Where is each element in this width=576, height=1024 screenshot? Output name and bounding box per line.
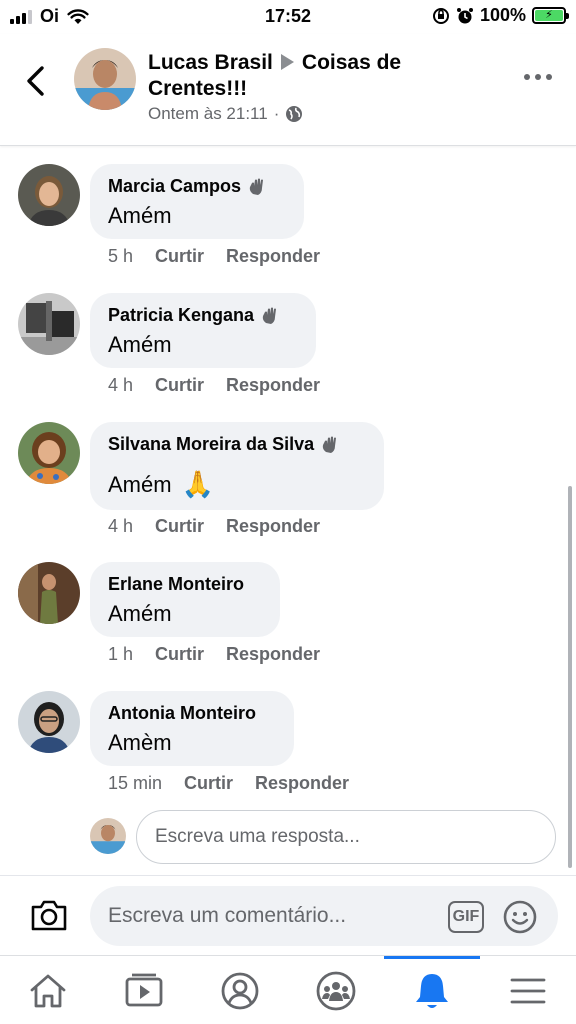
comment-actions: 1 h Curtir Responder bbox=[108, 644, 320, 665]
reply-button[interactable]: Responder bbox=[226, 516, 320, 537]
wave-icon bbox=[262, 307, 277, 324]
orientation-lock-icon bbox=[432, 7, 449, 24]
notifications-icon bbox=[416, 973, 448, 1008]
comment-text: Amém bbox=[108, 332, 172, 357]
commenter-name[interactable]: Patricia Kengana bbox=[108, 305, 254, 326]
commenter-name[interactable]: Antonia Monteiro bbox=[108, 703, 256, 724]
comment-placeholder: Escreva um comentário... bbox=[108, 904, 347, 927]
meta-separator: · bbox=[273, 104, 280, 123]
gif-button[interactable]: GIF bbox=[448, 901, 484, 933]
emoji-icon[interactable] bbox=[502, 899, 538, 935]
video-icon bbox=[125, 973, 163, 1006]
like-button[interactable]: Curtir bbox=[184, 773, 233, 794]
status-right: 100% ⚡ bbox=[432, 5, 569, 26]
tab-notifications[interactable] bbox=[384, 956, 480, 1024]
comments-list: Marcia Campos Amém 5 h Curtir Responder … bbox=[0, 150, 576, 875]
wave-icon bbox=[322, 436, 337, 453]
more-options-button[interactable] bbox=[524, 74, 552, 84]
tab-groups[interactable] bbox=[288, 956, 384, 1024]
comment-bubble[interactable]: Erlane Monteiro Amém bbox=[90, 562, 280, 637]
post-timestamp: Ontem às 21:11 bbox=[148, 104, 268, 123]
comment-bubble[interactable]: Patricia Kengana Amém bbox=[90, 293, 316, 368]
folded-hands-emoji: 🙏 bbox=[181, 469, 214, 499]
status-bar: Oi 17:52 100% ⚡ bbox=[0, 0, 576, 34]
comment-time: 15 min bbox=[108, 773, 163, 793]
reply-button[interactable]: Responder bbox=[226, 246, 320, 267]
like-button[interactable]: Curtir bbox=[155, 246, 204, 267]
tab-bar bbox=[0, 955, 576, 1024]
home-icon bbox=[30, 974, 66, 1007]
current-user-avatar bbox=[90, 818, 126, 854]
comment-time: 5 h bbox=[108, 246, 134, 266]
like-button[interactable]: Curtir bbox=[155, 516, 204, 537]
commenter-avatar[interactable] bbox=[18, 293, 80, 355]
comment-actions: 15 min Curtir Responder bbox=[108, 773, 349, 794]
author-avatar[interactable] bbox=[74, 48, 136, 110]
menu-icon bbox=[510, 978, 546, 1003]
comment-time: 4 h bbox=[108, 516, 134, 536]
comment-text: Amém bbox=[108, 203, 172, 228]
comment-text: Amém bbox=[108, 601, 172, 626]
comment-text: Amèm bbox=[108, 730, 172, 755]
reply-input[interactable]: Escreva uma resposta... bbox=[136, 810, 556, 864]
tab-menu[interactable] bbox=[480, 956, 576, 1024]
like-button[interactable]: Curtir bbox=[155, 375, 204, 396]
reply-row: Escreva uma resposta... bbox=[0, 806, 576, 866]
back-button[interactable] bbox=[20, 64, 52, 98]
comment-actions: 4 h Curtir Responder bbox=[108, 375, 320, 396]
commenter-name[interactable]: Silvana Moreira da Silva bbox=[108, 434, 314, 455]
alarm-icon bbox=[456, 7, 473, 23]
author-name[interactable]: Lucas Brasil bbox=[148, 51, 273, 74]
battery-icon: ⚡ bbox=[532, 7, 569, 24]
battery-percentage: 100% bbox=[479, 5, 526, 25]
tab-profile[interactable] bbox=[192, 956, 288, 1024]
commenter-avatar[interactable] bbox=[18, 164, 80, 226]
globe-icon bbox=[286, 106, 303, 122]
comment-input[interactable]: Escreva um comentário... GIF bbox=[90, 886, 558, 946]
scrollbar[interactable] bbox=[568, 486, 572, 868]
comment-actions: 4 h Curtir Responder bbox=[108, 516, 320, 537]
post-header: Lucas Brasil Coisas de Crentes!!! Ontem à… bbox=[0, 34, 576, 146]
post-meta: Ontem às 21:11 · bbox=[148, 104, 303, 124]
commenter-avatar[interactable] bbox=[18, 562, 80, 624]
reply-button[interactable]: Responder bbox=[226, 375, 320, 396]
reply-button[interactable]: Responder bbox=[255, 773, 349, 794]
comment-time: 1 h bbox=[108, 644, 134, 664]
post-title[interactable]: Lucas Brasil Coisas de Crentes!!! bbox=[148, 50, 478, 102]
comment-bubble[interactable]: Silvana Moreira da Silva Amém 🙏 bbox=[90, 422, 384, 510]
tab-video[interactable] bbox=[96, 956, 192, 1024]
commenter-name[interactable]: Marcia Campos bbox=[108, 176, 241, 197]
groups-icon bbox=[316, 971, 356, 1010]
comment-time: 4 h bbox=[108, 375, 134, 395]
reply-placeholder: Escreva uma resposta... bbox=[155, 826, 360, 847]
reply-button[interactable]: Responder bbox=[226, 644, 320, 665]
comment-actions: 5 h Curtir Responder bbox=[108, 246, 320, 267]
commenter-name[interactable]: Erlane Monteiro bbox=[108, 574, 244, 595]
commenter-avatar[interactable] bbox=[18, 422, 80, 484]
comment-bubble[interactable]: Antonia Monteiro Amèm bbox=[90, 691, 294, 766]
camera-icon[interactable] bbox=[30, 898, 68, 932]
like-button[interactable]: Curtir bbox=[155, 644, 204, 665]
comment-composer: Escreva um comentário... GIF bbox=[0, 875, 576, 955]
tab-home[interactable] bbox=[0, 956, 96, 1024]
comment-text: Amém bbox=[108, 471, 172, 497]
comment-bubble[interactable]: Marcia Campos Amém bbox=[90, 164, 304, 239]
profile-icon bbox=[221, 972, 259, 1009]
wave-icon bbox=[249, 178, 264, 195]
commenter-avatar[interactable] bbox=[18, 691, 80, 753]
arrow-right-icon bbox=[280, 54, 294, 70]
